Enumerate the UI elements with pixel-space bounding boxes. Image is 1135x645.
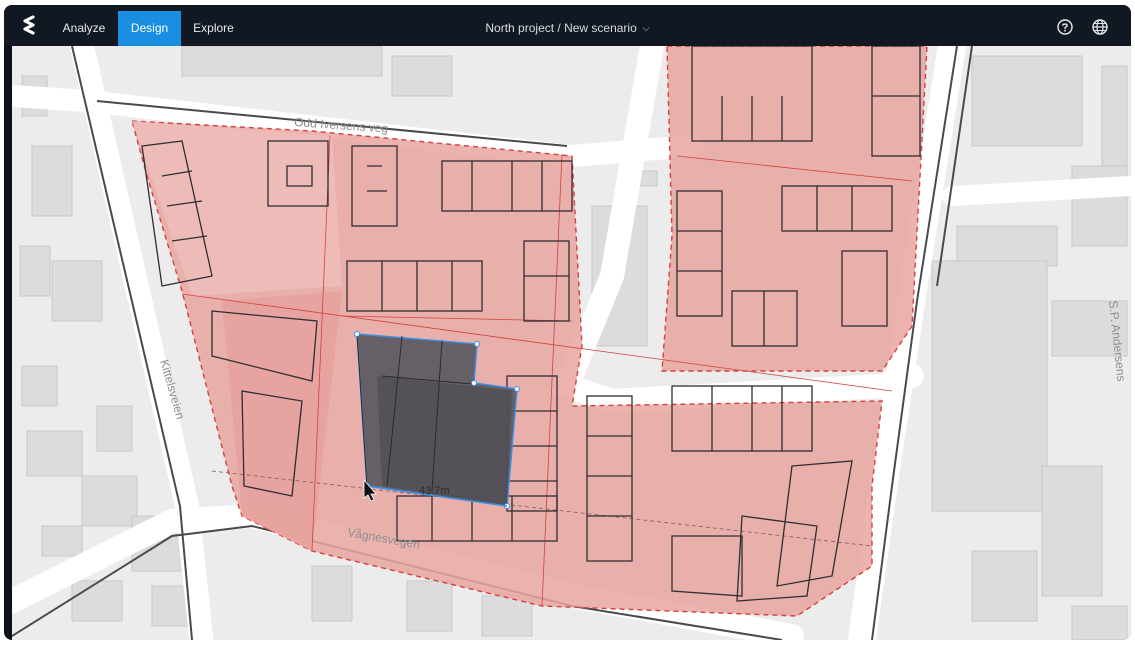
- top-navigation-bar: Analyze Design Explore North project / N…: [4, 5, 1131, 46]
- edge-length-label: 43.7m: [419, 485, 450, 497]
- map-canvas[interactable]: 43.7m Odd Iversens veg Kittelsveien Vågn…: [12, 46, 1131, 640]
- vertex-handle[interactable]: [354, 331, 360, 337]
- tab-design[interactable]: Design: [118, 11, 181, 46]
- vertex-handle[interactable]: [471, 380, 477, 386]
- tab-explore[interactable]: Explore: [185, 11, 242, 46]
- app-logo-icon[interactable]: [18, 14, 40, 36]
- app-window: Analyze Design Explore North project / N…: [4, 5, 1131, 640]
- vertex-handle[interactable]: [514, 386, 520, 392]
- help-circle-icon[interactable]: [1056, 18, 1074, 36]
- project-scenario-dropdown[interactable]: North project / New scenario ⌵: [485, 21, 649, 35]
- tab-analyze[interactable]: Analyze: [54, 11, 114, 46]
- vertex-handle[interactable]: [474, 341, 480, 347]
- project-scenario-label: North project / New scenario: [485, 21, 637, 35]
- chevron-down-icon: ⌵: [642, 23, 650, 34]
- globe-icon[interactable]: [1091, 18, 1109, 36]
